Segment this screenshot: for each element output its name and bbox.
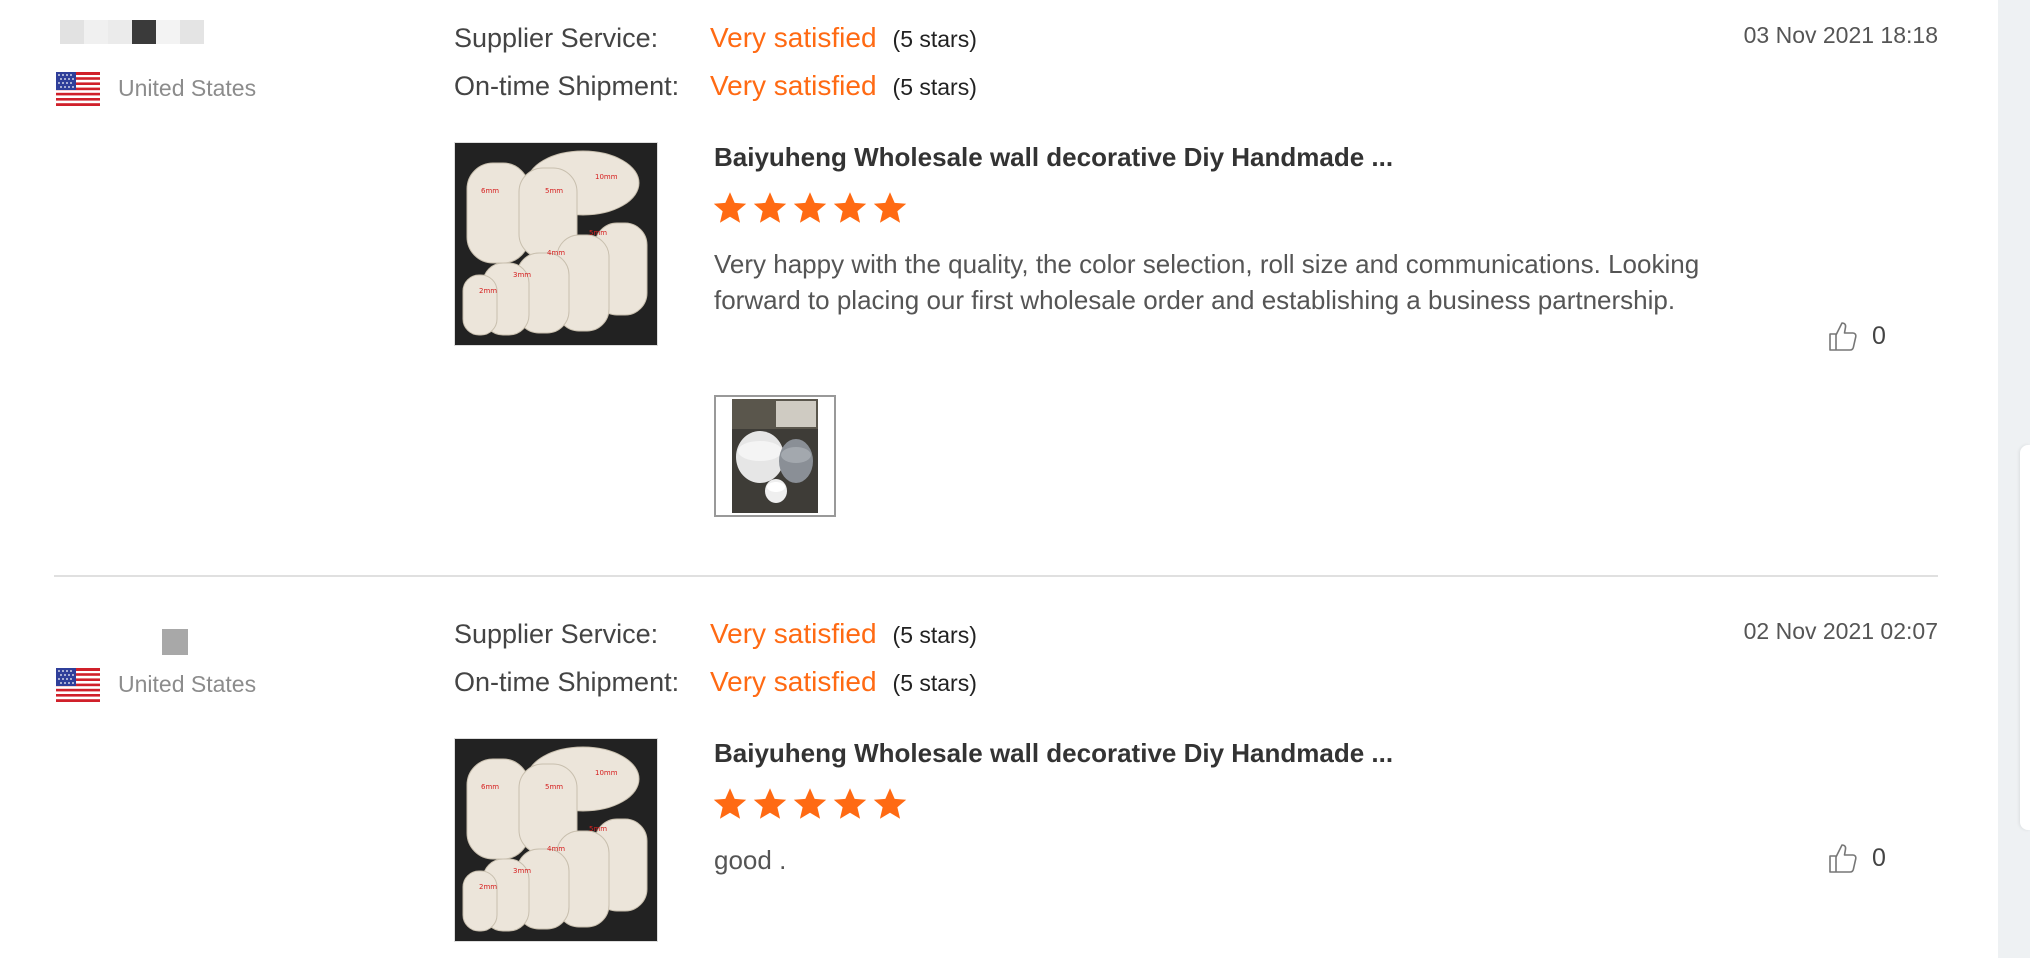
- star-icon: [753, 192, 787, 223]
- review-comment: good .: [714, 845, 787, 875]
- star-icon: [713, 192, 747, 223]
- image-label: 4mm: [547, 249, 565, 257]
- product-title-link[interactable]: Baiyuheng Wholesale wall decorative Diy …: [714, 738, 1393, 769]
- product-image: 6mm 5mm 10mm 5mm 4mm 3mm 2mm: [455, 739, 657, 941]
- supplier-service-stars: (5 stars): [892, 622, 977, 648]
- shipment-rating: On-time Shipment: Very satisfied (5 star…: [454, 666, 977, 700]
- buyer-country: United States: [118, 671, 257, 697]
- review-stars: [712, 786, 908, 822]
- supplier-service-rating: Supplier Service: Very satisfied (5 star…: [454, 22, 977, 56]
- image-label: 6mm: [481, 783, 499, 791]
- image-label: 5mm: [545, 783, 563, 791]
- shipment-stars: (5 stars): [892, 74, 977, 100]
- image-label: 5mm: [589, 229, 607, 237]
- product-thumbnail[interactable]: 6mm 5mm 10mm 5mm 4mm 3mm 2mm: [454, 142, 658, 346]
- shipment-value: Very satisfied: [710, 666, 877, 697]
- star-icon: [793, 788, 827, 819]
- buyer-country: United States: [118, 75, 257, 101]
- product-title-link[interactable]: Baiyuheng Wholesale wall decorative Diy …: [714, 142, 1393, 173]
- image-label: 10mm: [595, 173, 618, 181]
- star-icon: [873, 192, 907, 223]
- buyer-name-masked: [162, 629, 188, 655]
- star-icon: [753, 788, 787, 819]
- shipment-value: Very satisfied: [710, 70, 877, 101]
- supplier-service-label: Supplier Service:: [454, 23, 659, 53]
- us-flag-icon: [56, 668, 100, 702]
- product-image: 6mm 5mm 10mm 5mm 4mm 3mm 2mm: [455, 143, 657, 345]
- shipment-stars: (5 stars): [892, 670, 977, 696]
- star-icon: [713, 788, 747, 819]
- review-item: United States Supplier Service: Very sat…: [0, 596, 1998, 958]
- supplier-service-rating: Supplier Service: Very satisfied (5 star…: [454, 618, 977, 652]
- image-label: 5mm: [589, 825, 607, 833]
- supplier-service-value: Very satisfied: [710, 618, 877, 649]
- product-thumbnail[interactable]: 6mm 5mm 10mm 5mm 4mm 3mm 2mm: [454, 738, 658, 942]
- star-icon: [873, 788, 907, 819]
- page-scrollbar[interactable]: [1998, 0, 2030, 958]
- review-attachment-thumbnail[interactable]: [714, 395, 836, 517]
- review-divider: [54, 575, 1938, 577]
- attachment-image: [732, 399, 818, 513]
- image-label: 3mm: [513, 271, 531, 279]
- like-count: 0: [1872, 843, 1886, 872]
- star-icon: [833, 192, 867, 223]
- review-item: United States Supplier Service: Very sat…: [0, 0, 1998, 576]
- scrollbar-thumb[interactable]: [2020, 445, 2030, 830]
- review-comment: Very happy with the quality, the color s…: [714, 249, 1700, 315]
- image-label: 5mm: [545, 187, 563, 195]
- shipment-rating: On-time Shipment: Very satisfied (5 star…: [454, 70, 977, 104]
- reviews-page: United States Supplier Service: Very sat…: [0, 0, 2030, 958]
- star-icon: [793, 192, 827, 223]
- thumbs-up-icon: [1829, 322, 1857, 351]
- review-stars: [712, 190, 908, 226]
- supplier-service-stars: (5 stars): [892, 26, 977, 52]
- star-icon: [833, 788, 867, 819]
- like-button[interactable]: 0: [1824, 318, 1886, 354]
- image-label: 10mm: [595, 769, 618, 777]
- image-label: 2mm: [479, 287, 497, 295]
- image-label: 2mm: [479, 883, 497, 891]
- supplier-service-value: Very satisfied: [710, 22, 877, 53]
- shipment-label: On-time Shipment:: [454, 71, 680, 101]
- image-label: 6mm: [481, 187, 499, 195]
- us-flag-icon: [56, 72, 100, 106]
- review-date: 03 Nov 2021 18:18: [1743, 22, 1938, 48]
- review-date: 02 Nov 2021 02:07: [1743, 618, 1938, 644]
- image-label: 4mm: [547, 845, 565, 853]
- like-count: 0: [1872, 321, 1886, 350]
- buyer-name-masked: [60, 20, 204, 44]
- supplier-service-label: Supplier Service:: [454, 619, 659, 649]
- like-button[interactable]: 0: [1824, 840, 1886, 876]
- thumbs-up-icon: [1829, 844, 1857, 873]
- image-label: 3mm: [513, 867, 531, 875]
- shipment-label: On-time Shipment:: [454, 667, 680, 697]
